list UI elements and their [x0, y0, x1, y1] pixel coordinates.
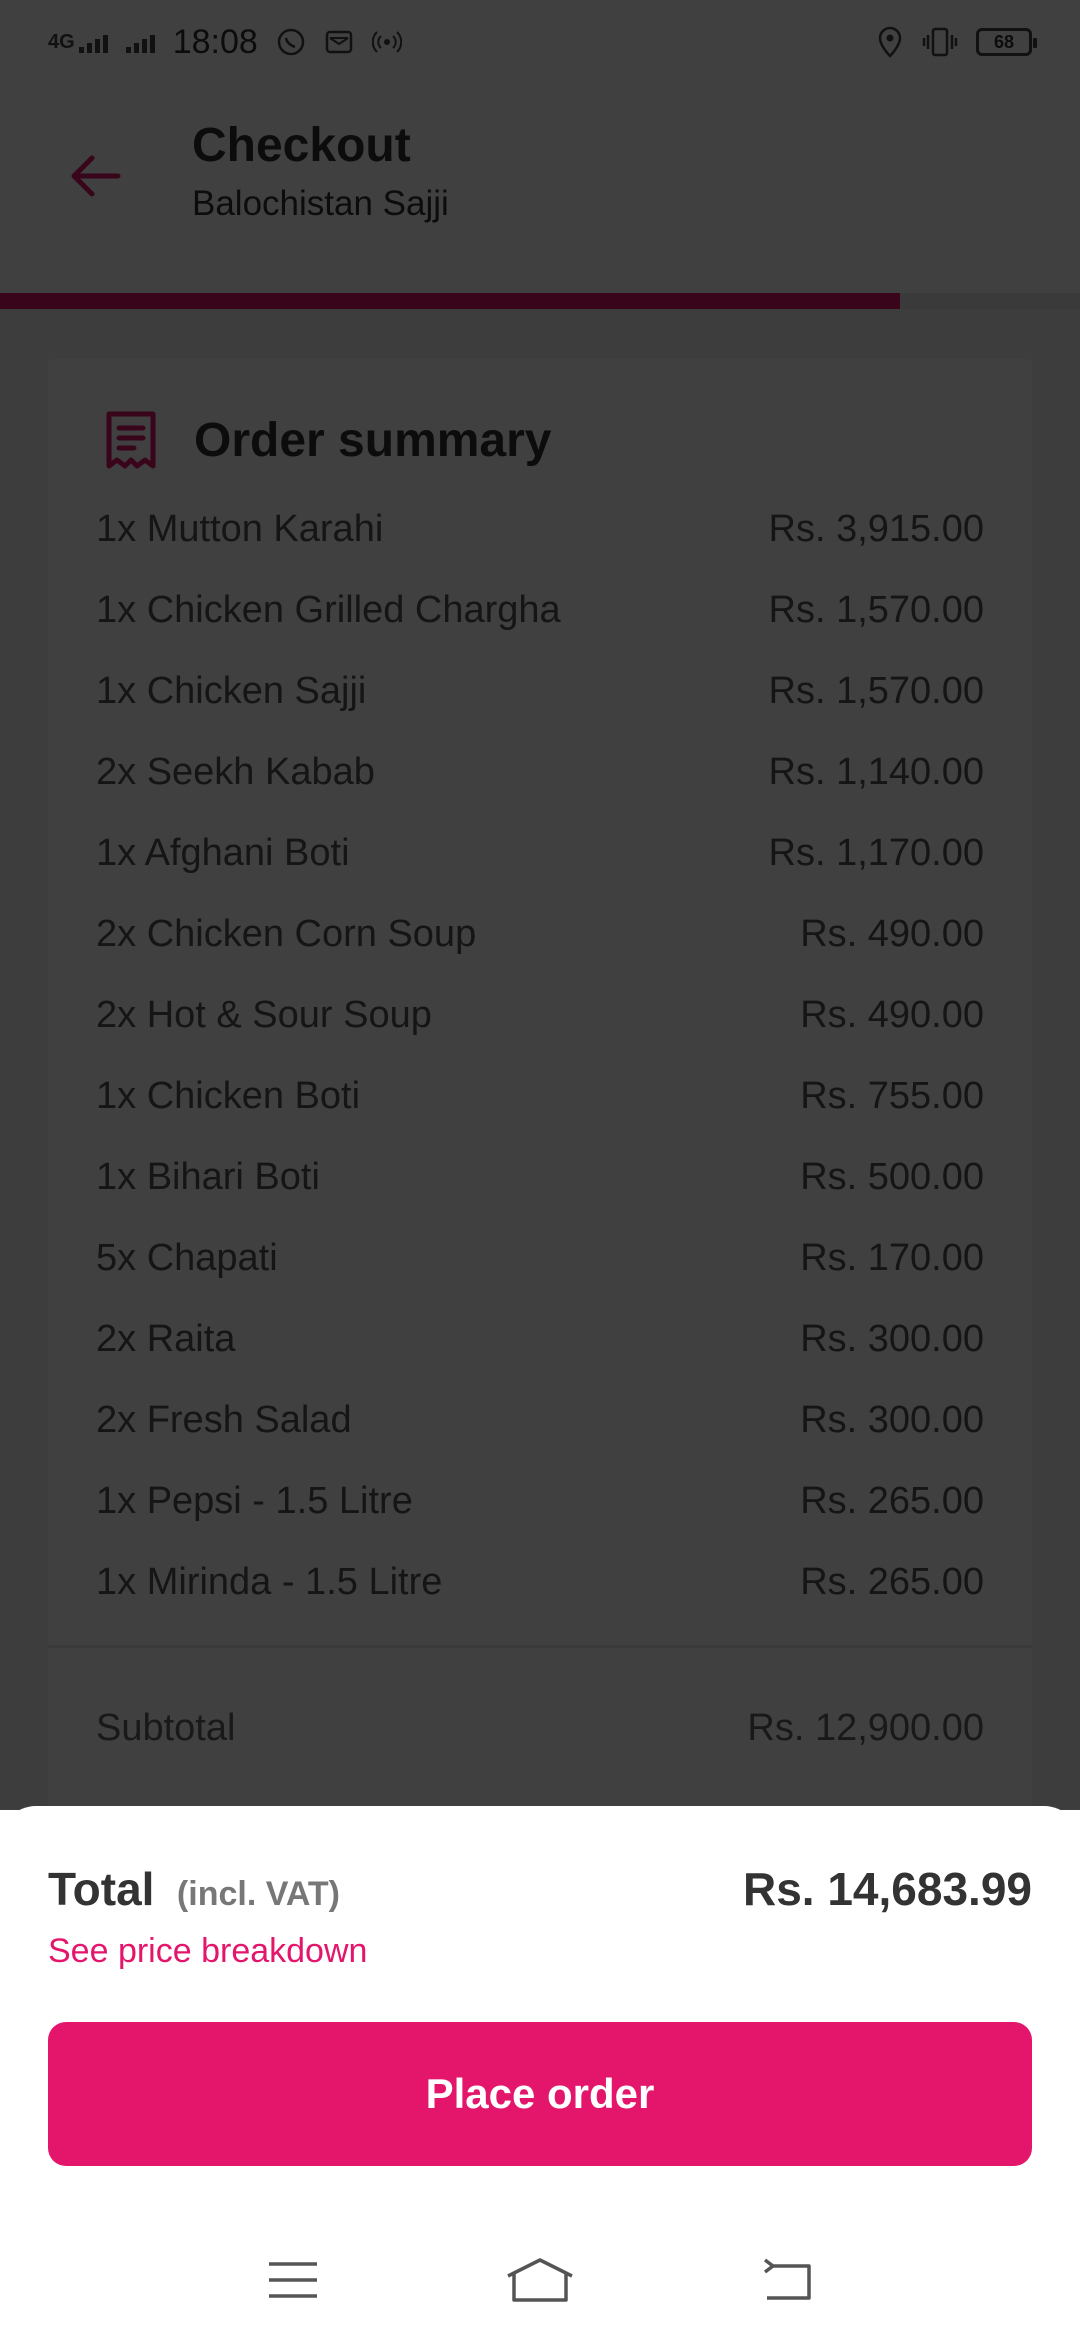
order-item-label: 1x Afghani Boti: [96, 832, 350, 874]
order-item-label: 2x Hot & Sour Soup: [96, 994, 432, 1036]
order-item-row: 2x Seekh Kabab Rs. 1,140.00: [96, 732, 984, 813]
page-title: Checkout: [192, 119, 411, 172]
order-item-label: 2x Chicken Corn Soup: [96, 913, 477, 955]
receipt-icon: [106, 411, 156, 469]
order-item-label: 5x Chapati: [96, 1237, 278, 1279]
arrow-left-icon: [71, 155, 121, 197]
order-item-price: Rs. 1,140.00: [768, 751, 984, 793]
order-item-price: Rs. 265.00: [800, 1561, 984, 1603]
status-bar-left: 4G 18:08: [48, 23, 402, 62]
order-item-label: 2x Seekh Kabab: [96, 751, 375, 793]
order-content: Order summary 1x Mutton Karahi Rs. 3,915.…: [0, 309, 1080, 1859]
order-item-price: Rs. 300.00: [800, 1318, 984, 1360]
order-item-row: 1x Chicken Boti Rs. 755.00: [96, 1056, 984, 1137]
nav-back-button[interactable]: [747, 2250, 827, 2310]
order-item-row: 1x Pepsi - 1.5 Litre Rs. 265.00: [96, 1461, 984, 1542]
order-item-price: Rs. 490.00: [800, 994, 984, 1036]
order-item-label: 1x Chicken Grilled Chargha: [96, 589, 561, 631]
order-item-row: 2x Hot & Sour Soup Rs. 490.00: [96, 975, 984, 1056]
nav-menu-button[interactable]: [253, 2250, 333, 2310]
order-item-price: Rs. 500.00: [800, 1156, 984, 1198]
network-type: 4G: [48, 31, 75, 53]
status-bar: 4G 18:08 68: [0, 0, 1080, 84]
nav-home-button[interactable]: [500, 2250, 580, 2310]
hotspot-icon: [371, 27, 402, 57]
order-item-price: Rs. 1,570.00: [768, 670, 984, 712]
order-item-row: 1x Chicken Sajji Rs. 1,570.00: [96, 651, 984, 732]
order-item-price: Rs. 3,915.00: [768, 508, 984, 550]
system-nav-bar: [0, 2220, 1080, 2340]
signal-icon: [125, 31, 155, 53]
total-label-group: Total (incl. VAT): [48, 1862, 340, 1916]
mail-icon: [324, 27, 354, 57]
total-row: Total (incl. VAT) Rs. 14,683.99: [48, 1862, 1032, 1916]
order-item-price: Rs. 1,570.00: [768, 589, 984, 631]
order-item-label: 1x Pepsi - 1.5 Litre: [96, 1480, 413, 1522]
price-breakdown-link[interactable]: See price breakdown: [48, 1932, 367, 1971]
order-item-label: 1x Chicken Boti: [96, 1075, 361, 1117]
subtotal-label: Subtotal: [96, 1706, 236, 1749]
order-item-row: 1x Bihari Boti Rs. 500.00: [96, 1137, 984, 1218]
order-items-list: 1x Mutton Karahi Rs. 3,915.00 1x Chicken G…: [48, 489, 1032, 1643]
order-item-label: 2x Fresh Salad: [96, 1399, 352, 1441]
location-icon: [876, 26, 904, 58]
order-summary-title: Order summary: [194, 413, 552, 467]
order-item-label: 1x Mutton Karahi: [96, 508, 384, 550]
order-item-row: 1x Mirinda - 1.5 Litre Rs. 265.00: [96, 1542, 984, 1623]
order-item-price: Rs. 170.00: [800, 1237, 984, 1279]
back-icon: [763, 2258, 811, 2300]
subtotal-row: Subtotal Rs. 12,900.00: [48, 1648, 1032, 1808]
total-amount: Rs. 14,683.99: [742, 1863, 1032, 1915]
order-item-price: Rs. 490.00: [800, 913, 984, 955]
whatsapp-icon: [276, 27, 306, 57]
battery-level: 68: [993, 31, 1015, 52]
order-item-label: 1x Mirinda - 1.5 Litre: [96, 1561, 443, 1603]
order-item-row: 2x Raita Rs. 300.00: [96, 1299, 984, 1380]
order-summary-card: Order summary 1x Mutton Karahi Rs. 3,915.…: [48, 359, 1032, 1859]
menu-icon: [269, 2262, 318, 2298]
order-item-row: 1x Afghani Boti Rs. 1,170.00: [96, 813, 984, 894]
total-vat-note: (incl. VAT): [176, 1875, 340, 1913]
checkout-progress-fill: [0, 293, 900, 309]
order-item-row: 1x Chicken Grilled Chargha Rs. 1,570.00: [96, 570, 984, 651]
app-bar: Checkout Balochistan Sajji: [0, 84, 1080, 294]
order-item-row: 1x Mutton Karahi Rs. 3,915.00: [96, 489, 984, 570]
order-item-price: Rs. 265.00: [800, 1480, 984, 1522]
clock: 18:08: [172, 22, 258, 61]
checkout-progress-bar: [0, 293, 1080, 309]
total-label: Total: [48, 1863, 155, 1915]
vibrate-icon: [922, 26, 958, 58]
order-item-row: 2x Fresh Salad Rs. 300.00: [96, 1380, 984, 1461]
home-icon: [507, 2258, 573, 2302]
order-item-row: 5x Chapati Rs. 170.00: [96, 1218, 984, 1299]
signal-icon: 4G: [48, 31, 108, 53]
order-item-row: 2x Chicken Corn Soup Rs. 490.00: [96, 894, 984, 975]
battery-icon: 68: [976, 28, 1037, 56]
back-button[interactable]: [56, 136, 136, 216]
subtotal-value: Rs. 12,900.00: [747, 1706, 984, 1749]
restaurant-name: Balochistan Sajji: [192, 184, 449, 223]
order-item-label: 1x Bihari Boti: [96, 1156, 320, 1198]
order-item-price: Rs. 755.00: [800, 1075, 984, 1117]
order-item-label: 2x Raita: [96, 1318, 236, 1360]
place-order-button[interactable]: Place order: [48, 2022, 1032, 2166]
order-item-price: Rs. 1,170.00: [768, 832, 984, 874]
order-summary-header: Order summary: [48, 359, 1032, 489]
status-bar-right: 68: [876, 26, 1037, 58]
order-item-label: 1x Chicken Sajji: [96, 670, 367, 712]
order-item-price: Rs. 300.00: [800, 1399, 984, 1441]
